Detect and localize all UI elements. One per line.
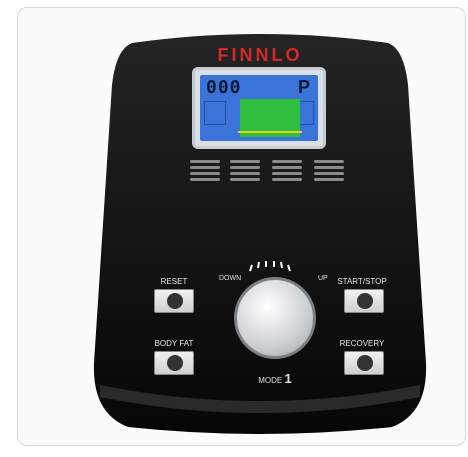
body-fat-icon [167, 355, 183, 371]
lcd-digits: 000 [206, 77, 242, 98]
distance-icon [230, 157, 260, 195]
product-image-frame: FINNLO 000 P RESET START/STOP BODY FAT R… [17, 7, 466, 446]
mode-dial[interactable] [234, 277, 316, 359]
lcd-screen: 000 P [200, 75, 318, 141]
reset-icon [167, 293, 183, 309]
pulse-icon [314, 157, 344, 195]
start-stop-label: START/STOP [337, 277, 387, 286]
reset-button[interactable] [154, 289, 194, 313]
calories-icon [272, 157, 302, 195]
mode-value: 1 [284, 371, 292, 386]
body-fat-button[interactable] [154, 351, 194, 375]
recovery-icon [357, 355, 373, 371]
start-stop-icon [357, 293, 373, 309]
recovery-label: RECOVERY [339, 339, 385, 348]
dial-down-label: DOWN [219, 275, 242, 282]
mode-label-text: MODE [258, 376, 283, 385]
reset-label: RESET [160, 277, 188, 286]
lcd-left-readout [204, 101, 226, 125]
lcd-profile-line [238, 131, 302, 133]
lcd-program-indicator: P [297, 77, 310, 97]
mode-indicator: MODE 1 [240, 371, 310, 386]
exercise-console: FINNLO 000 P RESET START/STOP BODY FAT R… [92, 25, 428, 441]
start-stop-button[interactable] [344, 289, 384, 313]
brand-logo: FINNLO [217, 45, 303, 65]
speed-icon [190, 157, 220, 195]
body-fat-label: BODY FAT [154, 339, 194, 348]
lcd-display: 000 P [192, 67, 326, 149]
recovery-button[interactable] [344, 351, 384, 375]
dial-up-label: UP [318, 275, 328, 282]
